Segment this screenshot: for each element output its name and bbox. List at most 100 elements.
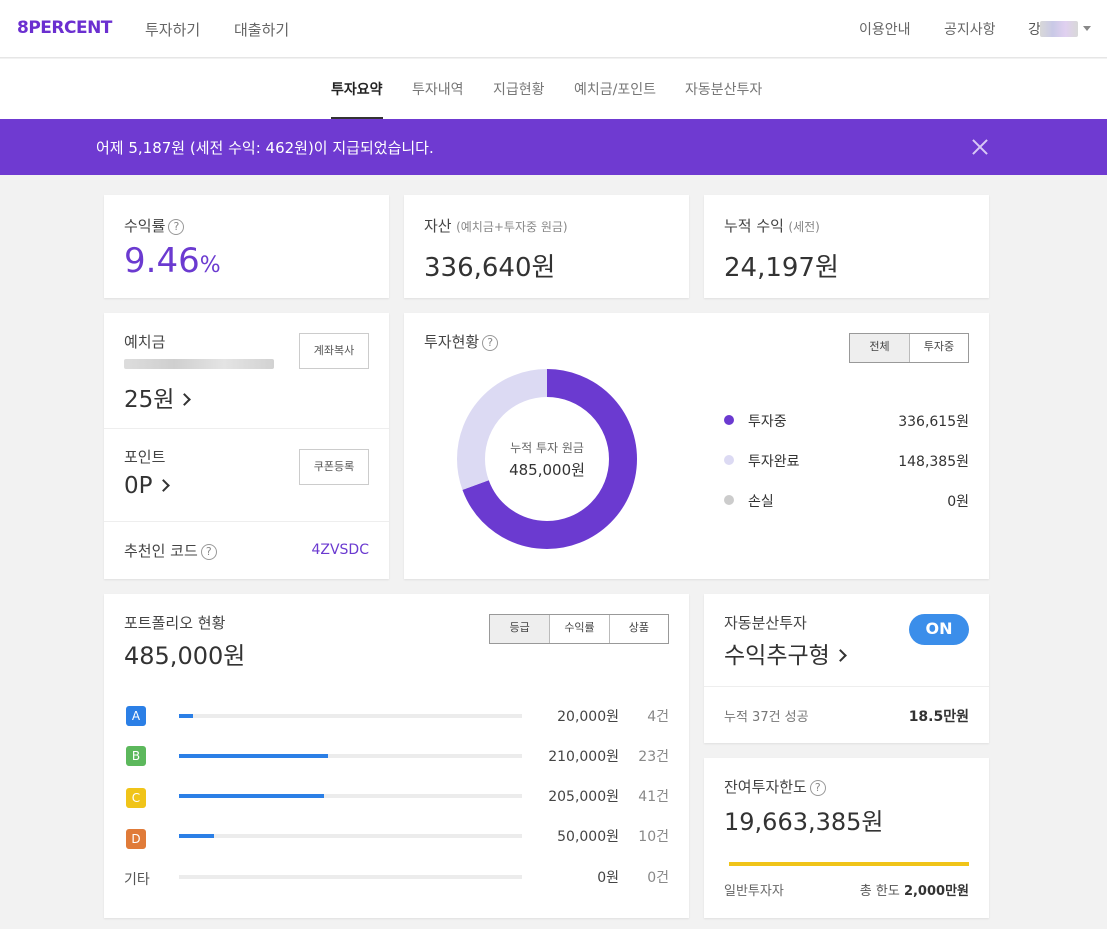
copy-account-button[interactable]: 계좌복사	[299, 333, 369, 369]
brand-logo[interactable]: 8PERCENT	[17, 18, 112, 38]
user-initial[interactable]: 강	[1028, 19, 1041, 39]
grade-amount: 20,000원	[557, 709, 619, 725]
legend-dot-loss	[724, 495, 734, 505]
asset-sublabel: (예치금+투자중 원금)	[456, 220, 568, 234]
portfolio-total: 485,000원	[124, 642, 246, 670]
grade-badge-c: C	[126, 788, 146, 808]
portfolio-filter: 등급 수익률 상품	[489, 614, 669, 644]
grade-amount: 50,000원	[557, 829, 619, 845]
investment-filter: 전체 투자중	[849, 333, 969, 363]
grade-amount: 210,000원	[548, 749, 619, 765]
nav-guide[interactable]: 이용안내	[859, 19, 911, 39]
tab-deposit-points[interactable]: 예치금/포인트	[574, 79, 656, 117]
deposit-label: 예치금	[124, 333, 166, 351]
asset-label: 자산	[424, 217, 452, 235]
grade-count: 4건	[647, 709, 669, 725]
nav-notice[interactable]: 공지사항	[944, 19, 996, 39]
yield-value: 9.46	[124, 241, 200, 281]
close-icon[interactable]	[970, 137, 990, 157]
grade-bar-track	[179, 875, 522, 879]
divider	[104, 428, 389, 429]
portfolio-title: 포트폴리오 현황	[124, 614, 226, 632]
chevron-right-icon	[833, 649, 847, 662]
grade-badge-a: A	[126, 706, 146, 726]
deposit-amount-link[interactable]: 25원	[124, 380, 192, 414]
user-name-redacted[interactable]	[1040, 21, 1078, 37]
auto-invest-type-link[interactable]: 수익추구형	[724, 636, 847, 670]
auto-invest-success: 누적 37건 성공	[724, 710, 809, 725]
chevron-down-icon[interactable]	[1083, 26, 1091, 31]
investment-status-title: 투자현황	[424, 333, 480, 351]
yield-card: 수익률? 9.46%	[104, 195, 389, 298]
sub-navigation: 투자요약 투자내역 지급현황 예치금/포인트 자동분산투자	[0, 59, 1107, 119]
help-icon[interactable]: ?	[809, 780, 826, 796]
limit-value: 19,663,385원	[724, 808, 884, 836]
nav-loan[interactable]: 대출하기	[234, 19, 289, 40]
nav-invest[interactable]: 투자하기	[145, 19, 200, 40]
filter-all[interactable]: 전체	[850, 334, 909, 362]
deposit-amount: 25원	[124, 387, 175, 413]
grade-count: 41건	[638, 789, 669, 805]
grade-bar-track	[179, 754, 522, 758]
banner-message: 어제 5,187원 (세전 수익: 462원)이 지급되었습니다.	[96, 139, 434, 157]
help-icon[interactable]: ?	[168, 219, 185, 235]
yield-unit: %	[199, 253, 221, 278]
chevron-right-icon	[178, 393, 192, 406]
deposit-card: 예치금 25원 계좌복사 포인트 0P 쿠폰등록 추천인 코드? 4ZVSDC	[104, 313, 389, 579]
payment-notice-banner: 어제 5,187원 (세전 수익: 462원)이 지급되었습니다.	[0, 119, 1107, 175]
investment-status-card: 투자현황? 전체 투자중 누적 투자 원금 485,000원 투자중 336,6…	[404, 313, 989, 579]
legend-label-loss: 손실	[748, 494, 774, 510]
limit-progress-bar	[729, 862, 969, 866]
chevron-right-icon	[156, 479, 170, 492]
grade-label-other: 기타	[124, 872, 150, 888]
tab-history[interactable]: 투자내역	[412, 79, 464, 117]
coupon-register-button[interactable]: 쿠폰등록	[299, 449, 369, 485]
grade-bar-fill	[179, 714, 194, 718]
grade-badge-d: D	[126, 829, 146, 849]
grade-count: 0건	[647, 870, 669, 886]
auto-invest-card: 자동분산투자 수익추구형 ON 누적 37건 성공 18.5만원	[704, 594, 989, 743]
points-label: 포인트	[124, 448, 166, 466]
help-icon[interactable]: ?	[482, 335, 499, 351]
divider	[704, 686, 989, 687]
referral-code[interactable]: 4ZVSDC	[311, 542, 369, 558]
auto-invest-type: 수익추구형	[724, 643, 830, 669]
donut-center-value: 485,000원	[509, 461, 585, 479]
portfolio-card: 포트폴리오 현황 485,000원 등급 수익률 상품 A 20,000원 4건…	[104, 594, 689, 918]
legend-value-completed: 148,385원	[898, 454, 969, 470]
divider	[104, 521, 389, 522]
investor-type: 일반투자자	[724, 884, 784, 899]
grade-count: 10건	[638, 829, 669, 845]
filter-product[interactable]: 상품	[608, 615, 668, 643]
profit-label: 누적 수익	[724, 217, 784, 235]
filter-yield[interactable]: 수익률	[549, 615, 608, 643]
auto-invest-toggle[interactable]: ON	[909, 614, 969, 645]
limit-label: 잔여투자한도	[724, 778, 807, 796]
legend-label-completed: 투자완료	[748, 454, 800, 470]
tab-payments[interactable]: 지급현황	[493, 79, 545, 117]
legend-value-investing: 336,615원	[898, 414, 969, 430]
asset-value: 336,640원	[424, 253, 556, 283]
grade-bar-track	[179, 794, 522, 798]
auto-invest-label: 자동분산투자	[724, 614, 807, 632]
profit-sublabel: (세전)	[788, 220, 820, 234]
grade-bar-fill	[179, 794, 325, 798]
tab-auto-invest[interactable]: 자동분산투자	[685, 79, 762, 117]
points-value: 0P	[124, 473, 153, 499]
total-limit-label: 총 한도	[859, 884, 900, 899]
donut-center-label: 누적 투자 원금	[510, 441, 584, 455]
grade-bar-fill	[179, 834, 215, 838]
tab-summary[interactable]: 투자요약	[331, 79, 383, 119]
filter-grade[interactable]: 등급	[490, 615, 550, 643]
grade-badge-b: B	[126, 746, 146, 766]
total-limit-value: 2,000만원	[903, 884, 969, 899]
yield-label: 수익률	[124, 217, 166, 235]
points-link[interactable]: 0P	[124, 473, 170, 499]
grade-bar-fill	[179, 754, 328, 758]
legend-label-investing: 투자중	[748, 414, 787, 430]
legend-dot-investing	[724, 415, 734, 425]
filter-investing[interactable]: 투자중	[908, 334, 968, 362]
help-icon[interactable]: ?	[200, 544, 217, 560]
asset-card: 자산 (예치금+투자중 원금) 336,640원	[404, 195, 689, 298]
profit-value: 24,197원	[724, 253, 839, 283]
